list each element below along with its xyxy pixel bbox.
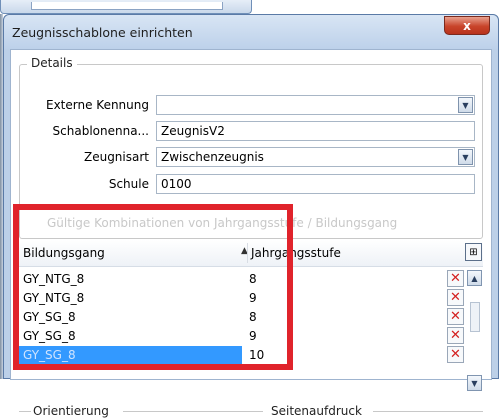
divider <box>19 411 31 412</box>
externe-kennung-dropdown[interactable] <box>156 95 475 115</box>
delete-x-icon[interactable]: ✕ <box>447 270 464 287</box>
background-window-fragment <box>0 0 252 14</box>
orientierung-legend: Orientierung <box>33 404 109 418</box>
schule-input[interactable]: 0100 <box>156 174 475 194</box>
delete-x-icon[interactable]: ✕ <box>447 346 464 363</box>
grid-scrollbar[interactable]: ▲ ▼ <box>467 268 483 394</box>
schablonenname-input[interactable]: ZeugnisV2 <box>156 121 475 141</box>
divider <box>123 411 263 412</box>
scroll-down-icon[interactable]: ▼ <box>467 375 482 391</box>
field-label-externe-kennung: Externe Kennung <box>46 98 149 112</box>
delete-x-icon[interactable]: ✕ <box>447 327 464 344</box>
filter-icon[interactable]: ⊞ <box>465 243 482 261</box>
divider <box>373 411 483 412</box>
close-button[interactable]: x <box>444 16 490 35</box>
title-bar[interactable]: Zeugnisschablone einrichten x <box>4 15 498 49</box>
zeugnisart-value: Zwischenzeugnis <box>161 150 264 164</box>
field-label-schablonenname: Schablonenna... <box>52 124 149 138</box>
seitenaufdruck-legend: Seitenaufdruck <box>271 404 362 418</box>
dialog-title: Zeugnisschablone einrichten <box>12 25 193 40</box>
field-label-zeugnisart: Zeugnisart <box>83 150 149 164</box>
scroll-up-icon[interactable]: ▲ <box>467 270 482 286</box>
chevron-down-icon[interactable]: ▼ <box>458 149 473 165</box>
close-icon: x <box>463 18 471 33</box>
scrollbar-thumb[interactable] <box>470 302 480 332</box>
details-legend: Details <box>27 56 77 70</box>
schablonenname-value: ZeugnisV2 <box>161 124 225 138</box>
schule-value: 0100 <box>161 177 192 191</box>
delete-x-icon[interactable]: ✕ <box>447 308 464 325</box>
red-highlight-annotation <box>13 204 293 370</box>
delete-x-icon[interactable]: ✕ <box>447 289 464 306</box>
chevron-down-icon[interactable]: ▼ <box>458 97 473 113</box>
field-label-schule: Schule <box>108 177 149 191</box>
zeugnisart-dropdown[interactable]: Zwischenzeugnis <box>156 147 475 167</box>
